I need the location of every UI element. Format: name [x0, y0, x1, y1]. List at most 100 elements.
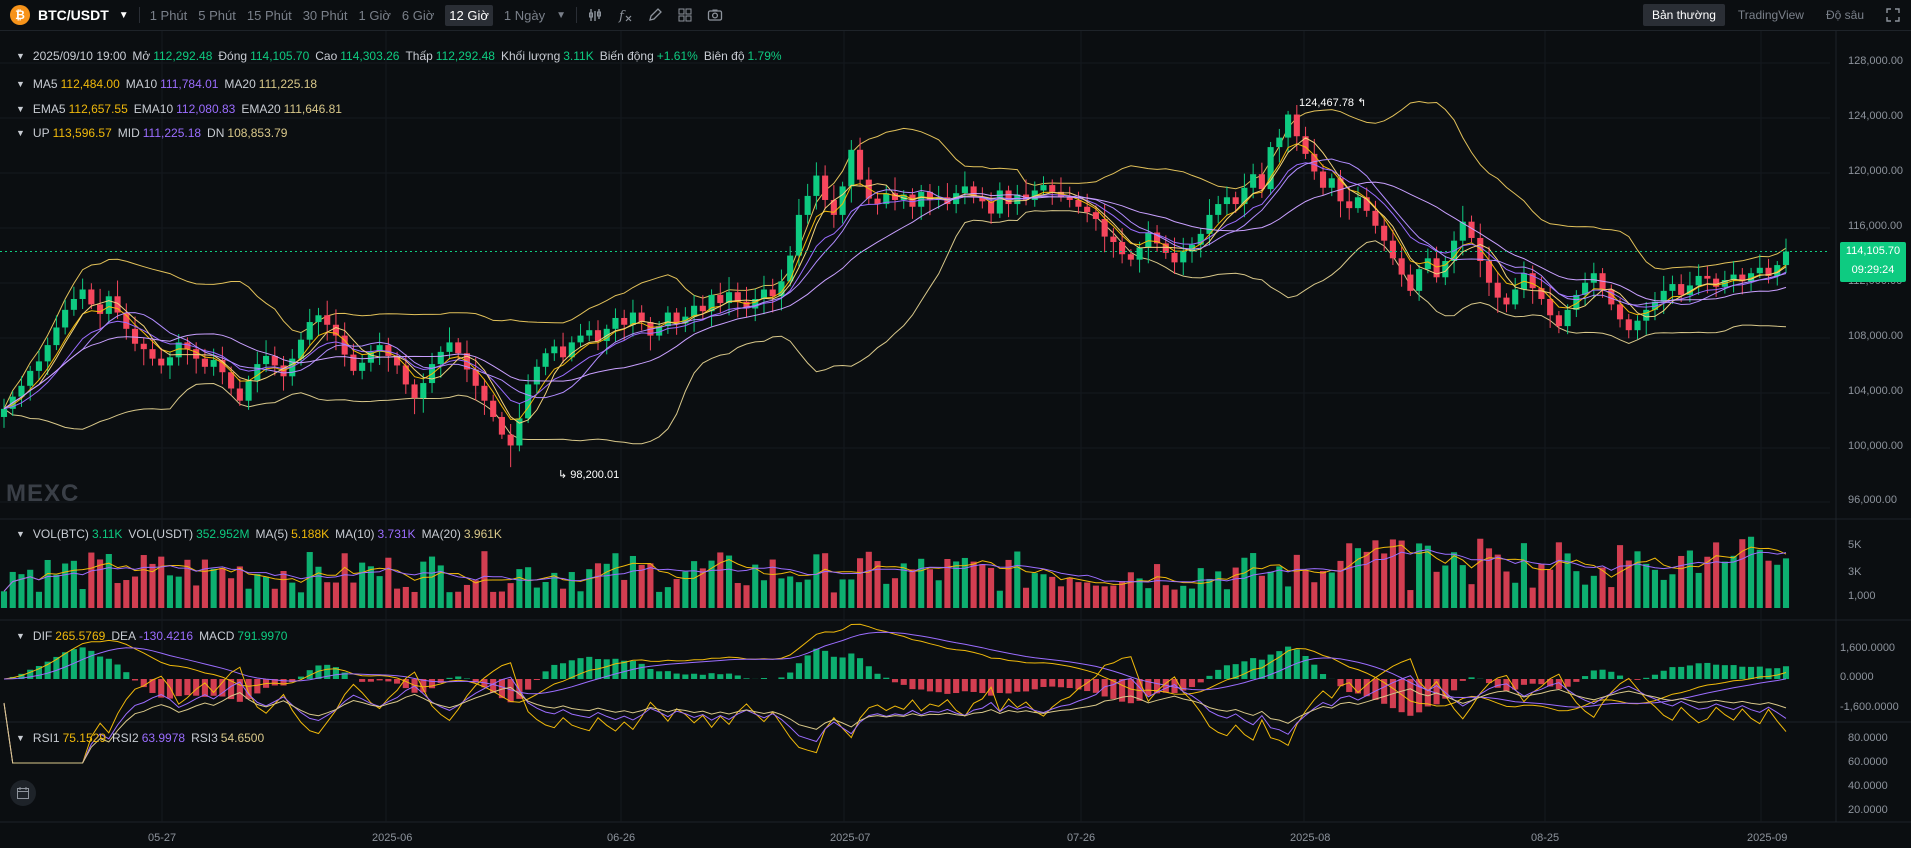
volume-bar — [1756, 549, 1763, 608]
candle-body — [1669, 284, 1676, 291]
vol-ma20-value: 3.961K — [463, 527, 502, 541]
volume-bar — [621, 579, 628, 608]
collapse-icon[interactable]: ▼ — [16, 104, 25, 114]
volume-bar — [1075, 582, 1082, 608]
timeframe-2[interactable]: 15 Phút — [247, 8, 292, 23]
macd-histogram-bar — [813, 648, 820, 679]
timeframe-4[interactable]: 1 Giờ — [359, 8, 391, 23]
macd-histogram-bar — [682, 674, 689, 679]
collapse-icon[interactable]: ▼ — [16, 733, 25, 743]
volume-bar — [0, 591, 8, 608]
volume-bar — [970, 561, 977, 608]
volume-axis-label: 1,000 — [1848, 590, 1876, 602]
macd-value: 791.9970 — [237, 629, 288, 643]
candle-body — [857, 149, 864, 180]
macd-histogram-bar — [1660, 670, 1667, 679]
volume-bar — [1669, 574, 1676, 608]
macd-histogram-bar — [1188, 679, 1196, 688]
volume-bar — [219, 568, 226, 608]
timeframe-1[interactable]: 5 Phút — [198, 8, 236, 23]
volume-bar — [647, 563, 654, 608]
macd-histogram-bar — [1258, 659, 1265, 679]
volume-bar — [289, 582, 296, 608]
price-axis-label: 116,000.00 — [1848, 220, 1903, 232]
timeframe-5[interactable]: 6 Giờ — [402, 8, 434, 23]
boll-dn-label: DN — [207, 126, 225, 140]
volume-bar — [228, 578, 235, 608]
mode-depth[interactable]: Độ sâu — [1817, 4, 1873, 26]
volume-bar — [236, 566, 243, 608]
indicator-icon[interactable] — [587, 7, 603, 23]
candle-body — [1503, 297, 1510, 305]
collapse-icon[interactable]: ▼ — [16, 79, 25, 89]
pencil-icon[interactable] — [647, 7, 663, 23]
volume-bar — [560, 588, 567, 608]
volume-bar — [79, 589, 86, 608]
collapse-icon[interactable]: ▼ — [16, 128, 25, 138]
candle-body — [324, 315, 331, 325]
macd-histogram-bar — [1573, 679, 1580, 682]
macd-histogram-bar — [533, 679, 540, 681]
ema10-value: 112,080.83 — [176, 102, 236, 116]
volume-bar — [1188, 588, 1196, 608]
timeframe-6[interactable]: 12 Giờ — [445, 4, 493, 26]
mode-tradingview[interactable]: TradingView — [1729, 4, 1813, 26]
chevron-down-icon[interactable]: ▼ — [119, 10, 129, 21]
volume-bar — [1389, 539, 1396, 608]
candle-body — [621, 317, 628, 325]
candle-body — [490, 400, 497, 417]
time-axis-label: 07-26 — [1067, 832, 1096, 844]
rsi2-value: 63.9978 — [141, 731, 186, 745]
camera-icon[interactable] — [707, 7, 723, 23]
candle-body — [638, 312, 645, 323]
candle-body — [1040, 185, 1047, 191]
volume-bar — [1459, 565, 1466, 608]
collapse-icon[interactable]: ▼ — [16, 51, 25, 61]
macd-histogram-bar — [1049, 679, 1056, 687]
ma20-label: MA20 — [224, 77, 256, 91]
macd-histogram-bar — [428, 679, 436, 689]
timeframe-3[interactable]: 30 Phút — [303, 8, 348, 23]
mode-standard[interactable]: Bản thường — [1642, 4, 1725, 26]
price-chart[interactable] — [0, 31, 1911, 848]
candle-body — [1285, 114, 1292, 138]
volume-bar — [839, 579, 846, 608]
macd-histogram-bar — [1066, 679, 1073, 688]
candle-body — [1424, 258, 1431, 270]
boll-lower-line — [3, 210, 1787, 445]
candle-body — [1398, 258, 1405, 275]
timeframe-7[interactable]: 1 Ngày — [504, 8, 545, 23]
divider — [138, 7, 140, 23]
candle-body — [437, 351, 444, 365]
collapse-icon[interactable]: ▼ — [16, 529, 25, 539]
volume-bar — [848, 579, 855, 608]
volume-bar — [359, 562, 366, 608]
candle-body — [1381, 225, 1388, 241]
macd-histogram-bar — [1022, 679, 1030, 692]
volume-bar — [1276, 566, 1283, 608]
dea-value: -130.4216 — [139, 629, 194, 643]
collapse-icon[interactable]: ▼ — [16, 631, 25, 641]
macd-histogram-bar — [708, 673, 715, 679]
volume-bar — [743, 585, 750, 608]
macd-histogram-bar — [1678, 666, 1685, 679]
layout-grid-icon[interactable] — [677, 7, 693, 23]
candle-body — [909, 194, 916, 207]
dea-label: DEA — [111, 629, 137, 643]
volume-bar — [1616, 545, 1624, 608]
candle-body — [1389, 240, 1396, 259]
macd-histogram-bar — [1520, 679, 1527, 685]
volume-bar — [1782, 558, 1790, 608]
calendar-icon[interactable] — [10, 780, 36, 806]
volume-bar — [297, 592, 305, 608]
candle-body — [385, 345, 392, 356]
legend-date: 2025/09/10 19:00 — [32, 49, 127, 63]
function-icon[interactable]: f — [617, 7, 633, 23]
volume-bar — [1739, 539, 1746, 608]
timeframe-0[interactable]: 1 Phút — [150, 8, 188, 23]
timeframe-more-icon[interactable]: ▼ — [556, 10, 566, 21]
candle-body — [1634, 320, 1641, 331]
fullscreen-icon[interactable] — [1885, 7, 1901, 23]
pair-selector[interactable]: BTC/USDT — [38, 7, 109, 23]
volume-bar — [1119, 581, 1126, 608]
